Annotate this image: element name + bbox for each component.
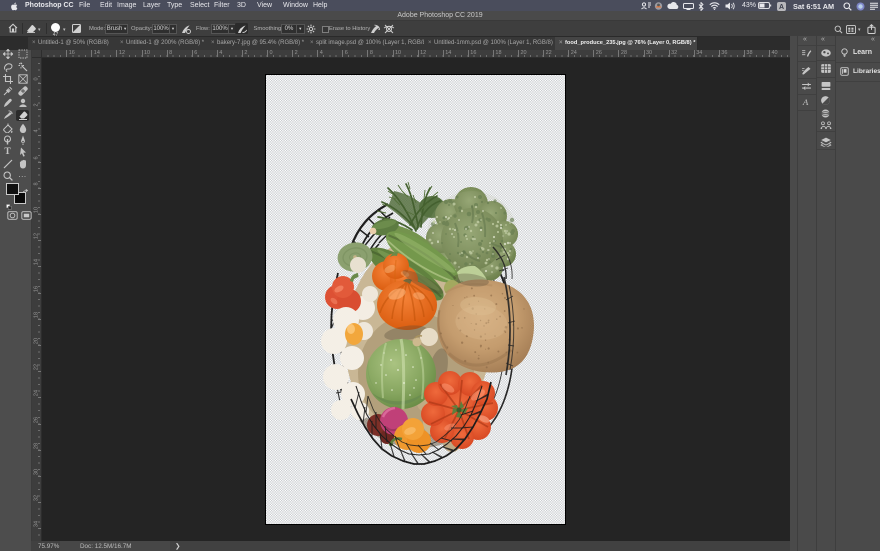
svg-text:A: A: [802, 97, 809, 107]
svg-text:A: A: [779, 4, 784, 11]
